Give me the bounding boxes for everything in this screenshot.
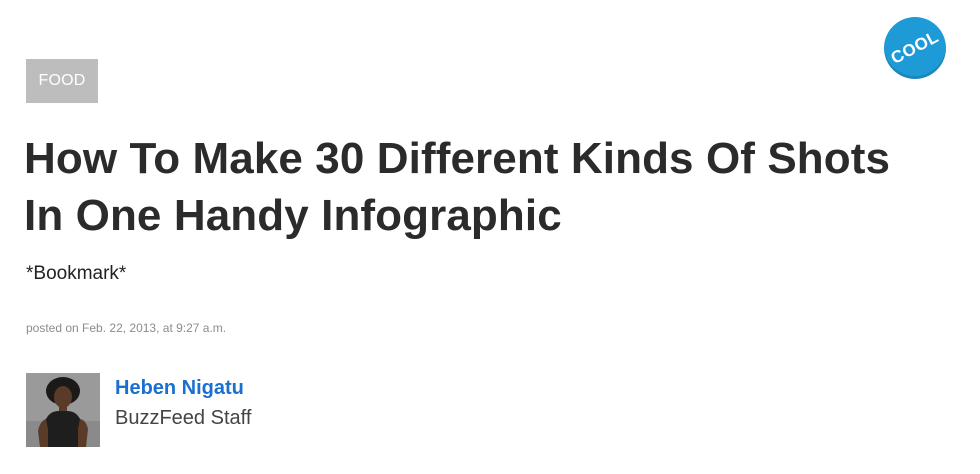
author-photo-icon — [26, 373, 100, 447]
cool-reaction-badge[interactable]: COOL — [884, 17, 946, 79]
author-byline: Heben Nigatu BuzzFeed Staff — [26, 373, 426, 449]
author-avatar[interactable] — [26, 373, 100, 447]
article-subtitle: *Bookmark* — [26, 263, 127, 284]
author-name-link[interactable]: Heben Nigatu — [115, 375, 244, 401]
category-tag-food[interactable]: FOOD — [26, 59, 98, 103]
article-title: How To Make 30 Different Kinds Of Shots … — [24, 134, 891, 240]
author-role: BuzzFeed Staff — [115, 407, 252, 429]
article-dateline: posted on Feb. 22, 2013, at 9:27 a.m. — [26, 321, 227, 335]
cool-badge-label: COOL — [887, 27, 942, 68]
